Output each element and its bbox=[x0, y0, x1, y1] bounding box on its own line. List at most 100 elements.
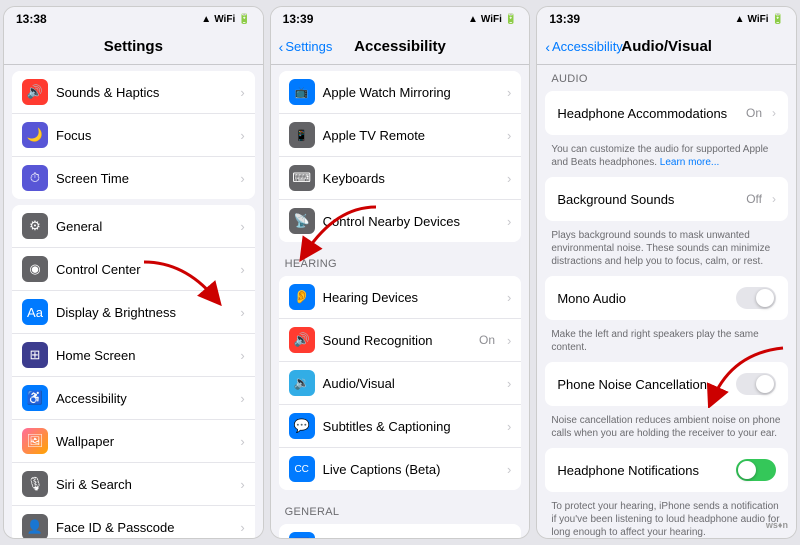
headphone-acc-chevron: › bbox=[772, 106, 776, 120]
item-label: Siri & Search bbox=[56, 477, 232, 492]
livecaptions-icon: CC bbox=[289, 456, 315, 482]
item-label: Control Nearby Devices bbox=[323, 214, 499, 229]
item-label: Control Center bbox=[56, 262, 232, 277]
item-label: Keyboards bbox=[323, 171, 499, 186]
list-item[interactable]: 🎙 Siri & Search › bbox=[12, 463, 255, 506]
item-label: Focus bbox=[56, 128, 232, 143]
keyboards-icon: ⌨ bbox=[289, 165, 315, 191]
focus-icon: 🌙 bbox=[22, 122, 48, 148]
phone-3: 13:39 ▲ WiFi 🔋 ‹ Accessibility Audio/Vis… bbox=[536, 6, 797, 539]
item-label: Accessibility bbox=[56, 391, 232, 406]
headphone-notif-toggle[interactable] bbox=[736, 459, 776, 481]
wifi-icon: WiFi bbox=[214, 14, 235, 25]
audiovisual-item[interactable]: 🔉 Audio/Visual › bbox=[279, 362, 522, 405]
mono-audio-item[interactable]: Mono Audio bbox=[545, 276, 788, 320]
item-label: Sound Recognition bbox=[323, 333, 471, 348]
settings-group-top: 🔊 Sounds & Haptics › 🌙 Focus › ⏱ Screen … bbox=[12, 71, 255, 199]
noise-cancellation-card: Phone Noise Cancellation bbox=[545, 362, 788, 406]
list-item[interactable]: ⌨ Keyboards › bbox=[279, 157, 522, 200]
top-group: 📺 Apple Watch Mirroring › 📱 Apple TV Rem… bbox=[279, 71, 522, 242]
list-item[interactable]: ♿ Guided Access On › bbox=[279, 524, 522, 538]
wifi-icon: WiFi bbox=[481, 14, 502, 25]
hearing-devices-item[interactable]: 👂 Hearing Devices › bbox=[279, 276, 522, 319]
headphone-acc-item[interactable]: Headphone Accommodations On › bbox=[545, 91, 788, 135]
display-icon: Aa bbox=[22, 299, 48, 325]
headphone-acc-desc: You can customize the audio for supporte… bbox=[537, 141, 796, 175]
sound-recognition-item[interactable]: 🔊 Sound Recognition On › bbox=[279, 319, 522, 362]
toggle-knob bbox=[756, 289, 774, 307]
item-label: Hearing Devices bbox=[323, 290, 499, 305]
hearing-section-label: HEARING bbox=[271, 248, 530, 274]
back-chevron-icon: ‹ bbox=[279, 39, 284, 55]
nav-title-3: Audio/Visual bbox=[621, 38, 712, 55]
faceid-icon: 👤 bbox=[22, 514, 48, 538]
list-item[interactable]: ⚙ General › bbox=[12, 205, 255, 248]
display-brightness-item[interactable]: Aa Display & Brightness › bbox=[12, 291, 255, 334]
nearby-icon: 📡 bbox=[289, 208, 315, 234]
signal-icon: ▲ bbox=[735, 14, 745, 25]
audiovisual-content[interactable]: AUDIO Headphone Accommodations On › You … bbox=[537, 65, 796, 538]
mono-audio-toggle[interactable] bbox=[736, 287, 776, 309]
back-button-3[interactable]: ‹ Accessibility bbox=[545, 39, 622, 55]
item-label: Apple TV Remote bbox=[323, 128, 499, 143]
general-icon: ⚙ bbox=[22, 213, 48, 239]
item-label: Live Captions (Beta) bbox=[323, 462, 499, 477]
signal-icon: ▲ bbox=[201, 14, 211, 25]
list-item[interactable]: ◉ Control Center › bbox=[12, 248, 255, 291]
list-item[interactable]: 💬 Subtitles & Captioning › bbox=[279, 405, 522, 448]
headphone-notif-desc: To protect your hearing, iPhone sends a … bbox=[537, 498, 796, 538]
status-icons-2: ▲ WiFi 🔋 bbox=[468, 14, 517, 25]
headphone-acc-card: Headphone Accommodations On › bbox=[545, 91, 788, 135]
list-item[interactable]: 📺 Apple Watch Mirroring › bbox=[279, 71, 522, 114]
time-1: 13:38 bbox=[16, 12, 47, 26]
appletv-icon: 📱 bbox=[289, 122, 315, 148]
background-sounds-card: Background Sounds Off › bbox=[545, 177, 788, 221]
soundrec-icon: 🔊 bbox=[289, 327, 315, 353]
toggle-knob-3 bbox=[738, 461, 756, 479]
hearing-group: 👂 Hearing Devices › 🔊 Sound Recognition … bbox=[279, 276, 522, 490]
list-item[interactable]: ⏱ Screen Time › bbox=[12, 157, 255, 199]
item-label: Screen Time bbox=[56, 171, 232, 186]
list-item[interactable]: 🌙 Focus › bbox=[12, 114, 255, 157]
status-icons-1: ▲ WiFi 🔋 bbox=[201, 14, 250, 25]
nav-title-1: Settings bbox=[104, 38, 163, 55]
list-item[interactable]: 🖼 Wallpaper › bbox=[12, 420, 255, 463]
applewatch-icon: 📺 bbox=[289, 79, 315, 105]
nav-bar-2: ‹ Settings Accessibility bbox=[271, 29, 530, 65]
noise-cancel-toggle[interactable] bbox=[736, 373, 776, 395]
general-section-label: GENERAL bbox=[271, 496, 530, 522]
list-item[interactable]: 🔊 Sounds & Haptics › bbox=[12, 71, 255, 114]
apple-tv-remote-item[interactable]: 📱 Apple TV Remote › bbox=[279, 114, 522, 157]
bg-sounds-chevron: › bbox=[772, 192, 776, 206]
sounds-icon: 🔊 bbox=[22, 79, 48, 105]
settings-list-1[interactable]: 🔊 Sounds & Haptics › 🌙 Focus › ⏱ Screen … bbox=[4, 65, 263, 538]
bg-sounds-desc: Plays background sounds to mask unwanted… bbox=[537, 227, 796, 274]
toggle-knob-2 bbox=[756, 375, 774, 393]
item-label: Apple Watch Mirroring bbox=[323, 85, 499, 100]
noise-cancel-desc: Noise cancellation reduces ambient noise… bbox=[537, 412, 796, 446]
headphone-acc-title: Headphone Accommodations bbox=[557, 106, 740, 121]
item-label: Home Screen bbox=[56, 348, 232, 363]
back-label-3: Accessibility bbox=[552, 39, 623, 54]
list-item[interactable]: CC Live Captions (Beta) › bbox=[279, 448, 522, 490]
list-item[interactable]: 👤 Face ID & Passcode › bbox=[12, 506, 255, 538]
wallpaper-icon: 🖼 bbox=[22, 428, 48, 454]
background-sounds-item[interactable]: Background Sounds Off › bbox=[545, 177, 788, 221]
learn-more-link[interactable]: Learn more... bbox=[660, 157, 719, 168]
noise-cancellation-item[interactable]: Phone Noise Cancellation bbox=[545, 362, 788, 406]
back-button-2[interactable]: ‹ Settings bbox=[279, 39, 333, 55]
item-label: Guided Access bbox=[323, 538, 471, 539]
bg-sounds-title: Background Sounds bbox=[557, 192, 740, 207]
list-item[interactable]: ⊞ Home Screen › bbox=[12, 334, 255, 377]
accessibility-list[interactable]: 📺 Apple Watch Mirroring › 📱 Apple TV Rem… bbox=[271, 65, 530, 538]
watermark: ws♦n bbox=[766, 520, 788, 530]
headphone-notif-item[interactable]: Headphone Notifications bbox=[545, 448, 788, 492]
nav-bar-3: ‹ Accessibility Audio/Visual bbox=[537, 29, 796, 65]
back-chevron-icon-3: ‹ bbox=[545, 39, 550, 55]
item-label: Subtitles & Captioning bbox=[323, 419, 499, 434]
accessibility-item[interactable]: ♿ Accessibility › bbox=[12, 377, 255, 420]
audiovisual-icon: 🔉 bbox=[289, 370, 315, 396]
list-item[interactable]: 📡 Control Nearby Devices › bbox=[279, 200, 522, 242]
item-label: General bbox=[56, 219, 232, 234]
status-bar-3: 13:39 ▲ WiFi 🔋 bbox=[537, 7, 796, 29]
